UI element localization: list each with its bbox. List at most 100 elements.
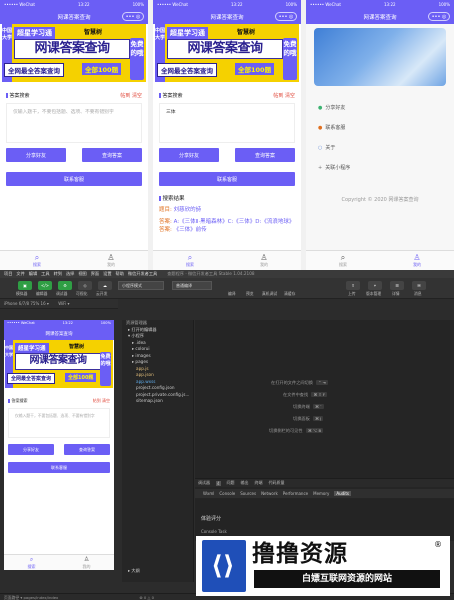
contact-button[interactable]: 联系客服 — [6, 172, 142, 186]
about-item-about[interactable]: ○ 关于 — [318, 144, 335, 151]
menu-app[interactable]: 微信开发者工具 — [128, 271, 157, 277]
question-input[interactable]: 三体 — [159, 103, 295, 143]
tab-console[interactable]: Console — [219, 491, 235, 496]
result-title: 搜索结果 — [159, 194, 295, 202]
sim-tab-mine[interactable]: ♙ 我的 — [59, 555, 114, 570]
page-path[interactable]: 页面路径 ▾ pages/index/index — [4, 595, 58, 600]
upload-icon[interactable]: ⇪ — [346, 281, 360, 290]
query-button[interactable]: 查询答案 — [82, 148, 142, 162]
user-icon: ♙ — [260, 253, 268, 262]
audit-title: 体验评分 — [201, 516, 222, 522]
tab-mine[interactable]: ♙ 我的 — [380, 251, 454, 270]
answer-value-2: 《三体》前传 — [173, 227, 207, 233]
tab-search[interactable]: ⌕ 搜索 — [153, 251, 227, 270]
banner-image: 中国大学 超星学习通 智慧树 网课答案查询 免费的哦 全网最全答案查询 全部10… — [155, 24, 299, 82]
preview-button[interactable]: 预览 — [246, 291, 254, 297]
menu-edit[interactable]: 编辑 — [29, 271, 37, 277]
menu-help[interactable]: 帮助 — [116, 271, 124, 277]
real-device-debug-button[interactable]: 真机调试 — [262, 291, 277, 297]
paste-clear-links[interactable]: 帖到 清空 — [273, 92, 295, 99]
capsule-menu[interactable]: ••• ◎ — [275, 12, 297, 21]
cloud-toggle[interactable]: ☁ — [98, 281, 112, 290]
about-item-contact[interactable]: ● 联系客服 — [318, 124, 345, 131]
menu-ui[interactable]: 界面 — [91, 271, 99, 277]
copyright-text: Copyright © 2020 网课答案查询 — [341, 197, 419, 203]
status-bar: •••••• WeChat 13:22 100% — [153, 0, 301, 9]
details-icon[interactable]: ☰ — [390, 281, 404, 290]
phone-previews: •••••• WeChat 13:22 100% 网课答案查询 ••• ◎ 中国… — [0, 0, 454, 270]
tab-terminal[interactable]: 终端 — [255, 480, 263, 486]
menu-select[interactable]: 选择 — [66, 271, 74, 277]
version-icon[interactable]: ⑂ — [368, 281, 382, 290]
query-button[interactable]: 查询答案 — [235, 148, 295, 162]
menu-settings[interactable]: 设置 — [103, 271, 111, 277]
banner-tag-zhihuishu: 智慧树 — [84, 29, 103, 36]
tab-search[interactable]: ⌕ 搜索 — [0, 251, 74, 270]
menu-project[interactable]: 项目 — [4, 271, 12, 277]
about-item-related[interactable]: + 关联小程序 — [318, 164, 350, 171]
sim-banner-image: 中国大学 超星学习通 智慧树 网课答案查询 免费的哦 全网最全答案查询 全部10… — [5, 340, 113, 388]
tab-problems[interactable]: 问题 — [227, 480, 235, 486]
menu-goto[interactable]: 转到 — [54, 271, 62, 277]
sim-nav-bar: 网课答案查询 — [4, 328, 114, 340]
tab-memory[interactable]: Memory — [313, 491, 329, 496]
shortcut-row: 切换面板 ⌘ J — [293, 416, 324, 421]
message-label: 消息 — [414, 291, 422, 296]
window-title: 查题程序 · 微信开发者工具 Stable 1.04.2108 — [167, 271, 255, 276]
debugger-toggle[interactable]: ⚙ — [58, 281, 72, 290]
sim-tab-search[interactable]: ⌕ 搜索 — [4, 555, 59, 570]
sim-share-button[interactable]: 分享好友 — [8, 444, 54, 455]
outline-section[interactable]: ▸ 大纲 — [122, 568, 140, 575]
tab-debugger[interactable]: 调试器 — [198, 480, 210, 486]
status-bar: •••••• WeChat 13:22 100% — [306, 0, 454, 9]
tab-audits[interactable]: Audits — [334, 491, 351, 496]
tab-bar: ⌕ 搜索 ♙ 我的 — [153, 250, 301, 270]
sim-search-card: 答案搜索 帖到 清空 仅输入题干，不要包括题、选项、不要有错别字 — [8, 398, 110, 438]
tab-wxml[interactable]: Wxml — [203, 491, 214, 496]
tree-file[interactable]: sitemap.json — [122, 398, 193, 405]
tab-sources[interactable]: Sources — [240, 491, 256, 496]
paste-clear-links[interactable]: 帖到 清空 — [120, 92, 142, 99]
menu-tools[interactable]: 工具 — [41, 271, 49, 277]
device-select[interactable]: iPhone 6/7/8 75% 16 ▾ — [4, 301, 49, 306]
capsule-menu[interactable]: ••• ◎ — [428, 12, 450, 21]
share-button[interactable]: 分享好友 — [6, 148, 66, 162]
tab-output[interactable]: 输出 — [241, 480, 249, 486]
tab-performance[interactable]: Performance — [283, 491, 308, 496]
mode-select[interactable]: 小程序模式 — [118, 281, 164, 290]
tab-mine[interactable]: ♙ 我的 — [74, 251, 148, 270]
question-input[interactable]: 仅输入题干，不要包括题、选项、不要有错别字 — [6, 103, 142, 143]
banner-free-badge: 免费的哦 — [130, 38, 144, 80]
headset-icon: ● — [318, 125, 323, 131]
sim-status-bar: •••••• WeChat 13:22 100% — [4, 320, 114, 328]
menu-bar: 项目 文件 编辑 工具 转到 选择 视图 界面 设置 帮助 微信开发者工具 查题… — [0, 270, 454, 278]
contact-button[interactable]: 联系客服 — [159, 172, 295, 186]
sim-contact-button[interactable]: 联系客服 — [8, 462, 110, 473]
tab-mine[interactable]: ♙ 我的 — [227, 251, 301, 270]
tab-search[interactable]: ⌕ 搜索 — [306, 251, 380, 270]
tab-code-quality[interactable]: 代码质量 — [269, 480, 285, 486]
compile-button[interactable]: 编译 — [228, 291, 236, 297]
share-icon: ● — [318, 105, 323, 111]
clear-cache-button[interactable]: 清缓存 — [284, 291, 295, 297]
about-cover-image — [314, 28, 446, 86]
sim-query-button[interactable]: 查询答案 — [64, 444, 110, 455]
simulator-toggle[interactable]: ▣ — [18, 281, 32, 290]
tab-network[interactable]: Network — [261, 491, 278, 496]
sim-question-input[interactable]: 仅输入题干，不要包括题、选项、不要有错别字 — [8, 408, 110, 438]
console-task-tabs[interactable]: Console Task — [201, 529, 227, 534]
share-button[interactable]: 分享好友 — [159, 148, 219, 162]
sim-tab-bar: ⌕ 搜索 ♙ 我的 — [4, 554, 114, 570]
network-select[interactable]: WiFi ▾ — [58, 301, 69, 306]
simulator-bar: iPhone 6/7/8 75% 16 ▾ WiFi ▾ — [0, 299, 118, 309]
search-card: 答案搜索 帖到 清空 仅输入题干，不要包括题、选项、不要有错别字 — [6, 92, 142, 143]
menu-file[interactable]: 文件 — [16, 271, 24, 277]
visual-toggle[interactable]: ◇ — [78, 281, 92, 290]
menu-view[interactable]: 视图 — [78, 271, 86, 277]
about-item-share[interactable]: ● 分享好友 — [318, 104, 345, 111]
link-icon: + — [318, 165, 323, 171]
editor-toggle[interactable]: </> — [38, 281, 52, 290]
compile-select[interactable]: 普通编译 — [172, 281, 212, 290]
message-icon[interactable]: ✉ — [412, 281, 426, 290]
capsule-menu[interactable]: ••• ◎ — [122, 12, 144, 21]
